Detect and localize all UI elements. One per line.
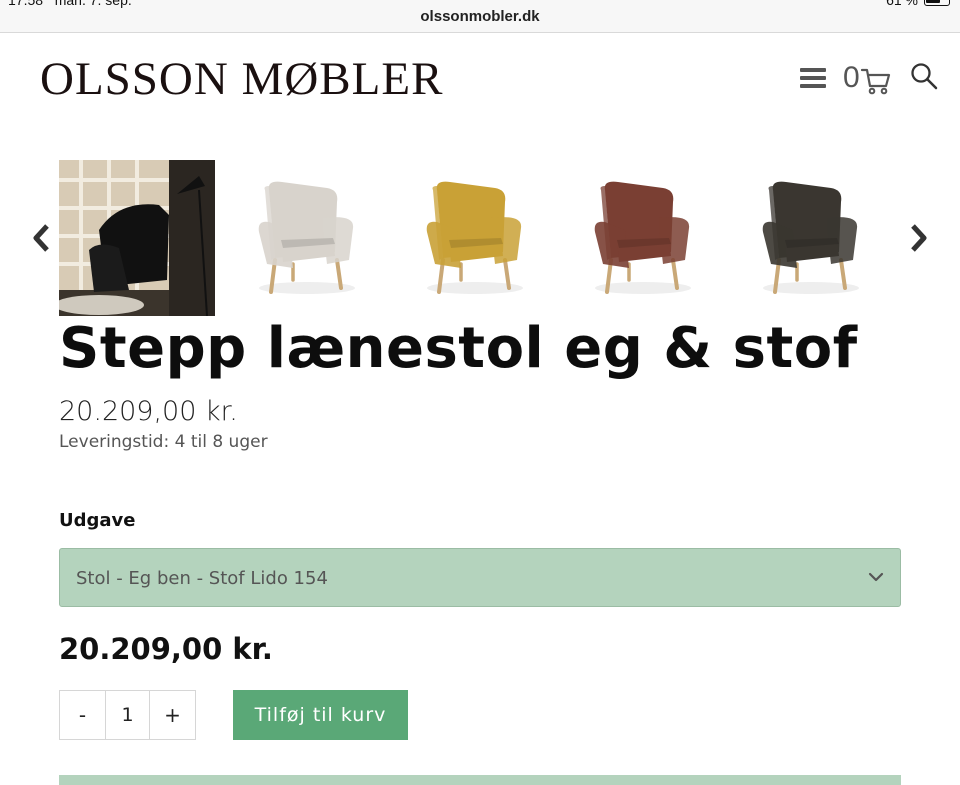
- battery-percent: 61 %: [886, 0, 918, 8]
- delivery-time: Leveringstid: 4 til 8 uger: [59, 432, 268, 452]
- lifestyle-photo-image: [59, 160, 215, 316]
- bottom-accent-bar: [59, 775, 901, 785]
- status-time-date: 17.58 man. 7. sep.: [8, 0, 132, 8]
- gallery-thumb-chair-yellow[interactable]: [395, 160, 551, 316]
- chair-dark-image: [762, 181, 859, 294]
- url-bar[interactable]: olssonmobler.dk: [0, 8, 960, 25]
- quantity-stepper: - 1 +: [59, 690, 196, 740]
- product-title: Stepp lænestol eg & stof: [59, 316, 858, 381]
- status-right: 61 %: [886, 0, 950, 8]
- gallery-thumb-chair-dark[interactable]: [731, 160, 887, 316]
- status-date: man. 7. sep.: [54, 0, 132, 8]
- quantity-plus-button[interactable]: +: [150, 691, 195, 739]
- chair-rust-image: [594, 181, 691, 294]
- battery-icon: [924, 0, 950, 6]
- chevron-left-icon[interactable]: [30, 222, 54, 254]
- gallery-thumb-chair-rust[interactable]: [563, 160, 719, 316]
- chair-beige-image: [258, 181, 355, 294]
- site-logo[interactable]: OLSSON MØBLER: [40, 52, 443, 106]
- chevron-down-icon: [868, 572, 884, 582]
- cart-button[interactable]: 0: [843, 60, 892, 96]
- search-icon[interactable]: [910, 62, 938, 90]
- variant-select[interactable]: Stol - Eg ben - Stof Lido 154: [59, 548, 901, 607]
- quantity-input[interactable]: 1: [104, 691, 150, 739]
- product-price: 20.209,00 kr.: [59, 396, 238, 427]
- add-to-cart-button[interactable]: Tilføj til kurv: [233, 690, 408, 740]
- gallery-thumb-lifestyle[interactable]: [59, 160, 215, 316]
- quantity-minus-button[interactable]: -: [60, 691, 105, 739]
- total-price: 20.209,00 kr.: [59, 632, 273, 666]
- chevron-right-icon[interactable]: [906, 222, 930, 254]
- gallery-thumb-chair-beige[interactable]: [227, 160, 383, 316]
- variant-label: Udgave: [59, 510, 136, 531]
- cart-count: 0: [843, 61, 860, 94]
- cart-icon: [860, 68, 890, 95]
- status-time: 17.58: [8, 0, 44, 8]
- chair-yellow-image: [426, 181, 523, 294]
- variant-selected-value: Stol - Eg ben - Stof Lido 154: [76, 568, 328, 589]
- browser-top-bar: 17.58 man. 7. sep. olssonmobler.dk 61 %: [0, 0, 960, 33]
- menu-icon[interactable]: [800, 68, 826, 88]
